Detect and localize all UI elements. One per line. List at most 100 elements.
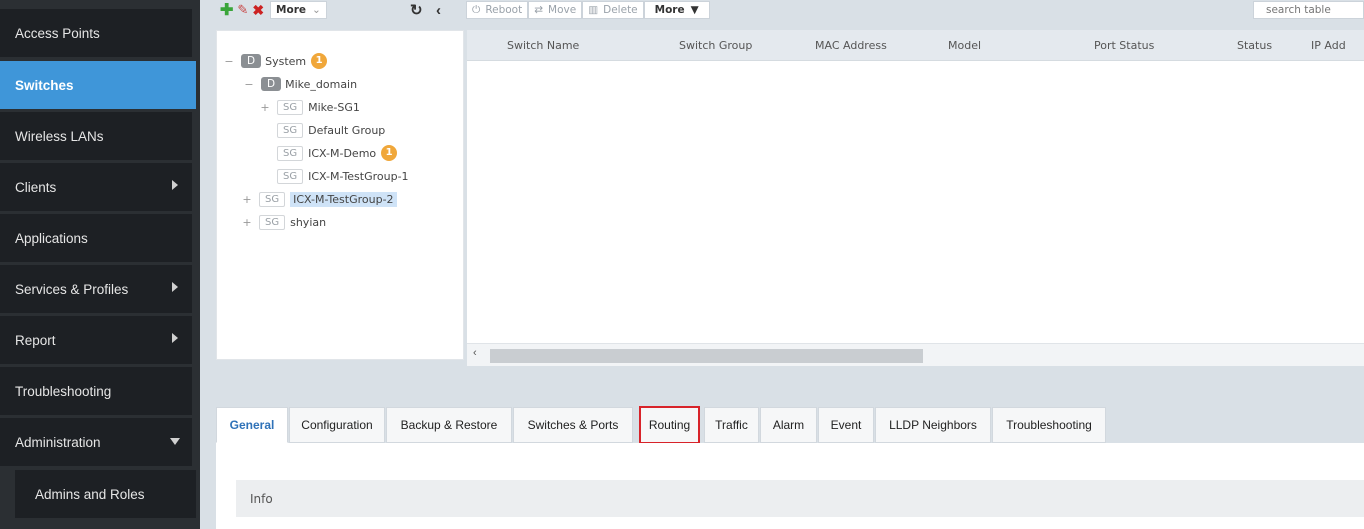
chevron-right-icon — [172, 282, 178, 292]
column-header-mac-address[interactable]: MAC Address — [815, 39, 887, 52]
group-tree: − D System 1 − D Mike_domain + SG Mike-S… — [216, 30, 464, 360]
group-badge: SG — [277, 168, 304, 184]
edit-icon[interactable]: ✎ — [237, 2, 248, 18]
chevron-right-icon — [172, 180, 178, 190]
tree-node-mike-sg1[interactable]: + SG Mike-SG1 — [259, 97, 360, 117]
horizontal-scrollbar[interactable]: ‹ — [467, 343, 1364, 366]
tab-label: Troubleshooting — [1006, 418, 1092, 432]
tab-label: Alarm — [772, 418, 805, 432]
tab-label: LLDP Neighbors — [889, 418, 977, 432]
sidebar-item-label: Report — [15, 332, 56, 348]
column-header-ip-address[interactable]: IP Add — [1311, 39, 1346, 52]
tree-node-icx-m-demo[interactable]: SG ICX-M-Demo 1 — [259, 143, 398, 163]
tree-node-label: ICX-M-Demo — [308, 146, 377, 160]
section-title: Info — [250, 491, 273, 506]
tab-backup-restore[interactable]: Backup & Restore — [386, 407, 512, 443]
tab-general[interactable]: General — [216, 407, 288, 443]
tab-troubleshooting[interactable]: Troubleshooting — [992, 407, 1106, 443]
column-header-status[interactable]: Status — [1237, 39, 1272, 52]
sidebar-item-label: Admins and Roles — [35, 486, 145, 502]
tree-node-default-group[interactable]: SG Default Group — [259, 120, 385, 140]
move-icon: ⇄ — [534, 4, 544, 16]
tree-node-icx-m-testgroup-2[interactable]: + SG ICX-M-TestGroup-2 — [241, 189, 397, 209]
domain-badge: D — [241, 54, 262, 68]
sidebar-item-wireless-lans[interactable]: Wireless LANs — [0, 112, 196, 160]
move-label: Move — [548, 4, 577, 16]
tab-label: Backup & Restore — [400, 418, 498, 432]
domain-badge: D — [261, 77, 282, 91]
expand-icon[interactable]: + — [259, 101, 271, 114]
collapse-icon[interactable]: − — [223, 55, 235, 68]
power-icon: ⏻ — [472, 3, 481, 16]
detail-tabs: General Configuration Backup & Restore S… — [216, 406, 1364, 444]
reboot-label: Reboot — [485, 4, 523, 16]
sidebar-item-label: Troubleshooting — [15, 383, 112, 399]
group-badge: SG — [259, 214, 286, 230]
chevron-down-icon: ⌄ — [312, 4, 321, 16]
sidebar-item-label: Clients — [15, 179, 57, 195]
sidebar-item-label: Services & Profiles — [15, 281, 129, 297]
collapse-icon[interactable]: ‹ — [436, 0, 441, 20]
expand-icon[interactable]: + — [241, 193, 253, 206]
tree-node-label: ICX-M-TestGroup-2 — [290, 191, 397, 207]
sidebar-item-label: Access Points — [15, 25, 100, 41]
tree-node-label: shyian — [290, 215, 327, 229]
collapse-icon[interactable]: − — [243, 78, 255, 91]
sidebar-item-report[interactable]: Report — [0, 316, 196, 364]
info-section-header[interactable]: Info — [236, 480, 1364, 517]
grid-toolbar: ⏻ Reboot ⇄ Move ▥ Delete More ▼ — [466, 0, 710, 20]
tab-configuration[interactable]: Configuration — [289, 407, 385, 443]
tab-routing[interactable]: Routing — [639, 406, 700, 444]
tree-toolbar: ✚ ✎ ✖ More ⌄ — [220, 0, 327, 20]
sidebar-subitem-admins-and-roles[interactable]: Admins and Roles — [15, 470, 196, 518]
sidebar-item-clients[interactable]: Clients — [0, 163, 196, 211]
column-header-switch-name[interactable]: Switch Name — [507, 39, 579, 52]
tab-label: Event — [830, 418, 862, 432]
count-badge: 1 — [311, 53, 328, 69]
delete-icon[interactable]: ✖ — [252, 2, 264, 19]
tree-node-system[interactable]: − D System 1 — [223, 51, 328, 71]
sidebar-item-troubleshooting[interactable]: Troubleshooting — [0, 367, 196, 415]
sidebar-item-applications[interactable]: Applications — [0, 214, 196, 262]
tab-alarm[interactable]: Alarm — [760, 407, 817, 443]
sidebar-item-services-profiles[interactable]: Services & Profiles — [0, 265, 196, 313]
tab-event[interactable]: Event — [818, 407, 874, 443]
sidebar-item-label: Wireless LANs — [15, 128, 104, 144]
tree-node-label: Default Group — [308, 123, 386, 137]
chevron-right-icon — [172, 333, 178, 343]
tree-node-icx-m-testgroup-1[interactable]: SG ICX-M-TestGroup-1 — [259, 166, 409, 186]
sidebar-item-label: Switches — [15, 77, 74, 93]
tree-more-button[interactable]: More ⌄ — [270, 1, 327, 19]
group-badge: SG — [277, 99, 304, 115]
column-header-switch-group[interactable]: Switch Group — [679, 39, 752, 52]
tab-lldp-neighbors[interactable]: LLDP Neighbors — [875, 407, 991, 443]
chevron-down-icon — [170, 438, 180, 445]
refresh-icon[interactable]: ↻ — [410, 0, 423, 20]
tree-node-label: Mike-SG1 — [308, 100, 360, 114]
scrollbar-thumb[interactable] — [490, 349, 923, 363]
sidebar: Access Points Switches Wireless LANs Cli… — [0, 0, 200, 529]
grid-more-button[interactable]: More ▼ — [643, 1, 710, 19]
move-button[interactable]: ⇄ Move — [528, 1, 583, 19]
tab-traffic[interactable]: Traffic — [704, 407, 759, 443]
add-icon[interactable]: ✚ — [220, 0, 233, 20]
expand-icon[interactable]: + — [241, 216, 253, 229]
delete-label: Delete — [603, 4, 638, 16]
sidebar-item-administration[interactable]: Administration — [0, 418, 196, 466]
search-input[interactable] — [1253, 1, 1364, 19]
tab-content: Info — [216, 443, 1364, 529]
column-header-port-status[interactable]: Port Status — [1094, 39, 1154, 52]
delete-button[interactable]: ▥ Delete — [582, 1, 644, 19]
tab-label: Traffic — [715, 418, 748, 432]
tab-label: Routing — [648, 418, 691, 432]
tab-label: Configuration — [301, 418, 373, 432]
sidebar-item-switches[interactable]: Switches — [0, 61, 196, 109]
switch-table: Switch Name Switch Group MAC Address Mod… — [467, 30, 1364, 366]
sidebar-item-access-points[interactable]: Access Points — [0, 9, 196, 57]
reboot-button[interactable]: ⏻ Reboot — [466, 1, 529, 19]
tree-node-shyian[interactable]: + SG shyian — [241, 212, 326, 232]
column-header-model[interactable]: Model — [948, 39, 981, 52]
tab-switches-ports[interactable]: Switches & Ports — [513, 407, 633, 443]
scroll-left-icon[interactable]: ‹ — [473, 347, 477, 359]
tree-node-mike-domain[interactable]: − D Mike_domain — [243, 74, 357, 94]
